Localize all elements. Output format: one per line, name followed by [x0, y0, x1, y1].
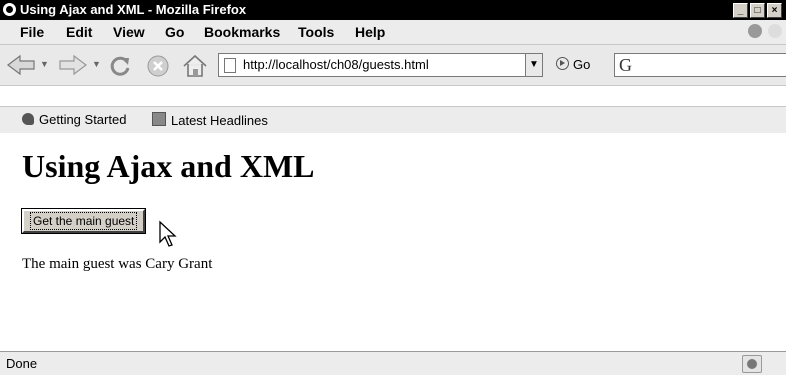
stop-icon[interactable]: [146, 54, 170, 78]
status-text: Done: [6, 356, 38, 371]
minimize-button[interactable]: _: [733, 3, 748, 18]
firefox-icon: [22, 113, 34, 125]
url-text[interactable]: http://localhost/ch08/guests.html: [243, 57, 429, 72]
window-title: Using Ajax and XML - Mozilla Firefox: [20, 2, 247, 17]
go-label: Go: [573, 57, 591, 72]
get-main-guest-button[interactable]: Get the main guest: [22, 209, 146, 233]
menu-edit[interactable]: Edit: [66, 24, 92, 40]
bookmark-getting-started[interactable]: Getting Started: [22, 112, 126, 127]
activity-throbber-icon: [748, 24, 762, 38]
bookmarks-toolbar: Getting Started Latest Headlines: [0, 106, 786, 134]
home-icon[interactable]: [182, 54, 208, 78]
address-bar[interactable]: http://localhost/ch08/guests.html: [218, 53, 526, 77]
menu-view[interactable]: View: [113, 24, 145, 40]
menu-bookmarks[interactable]: Bookmarks: [204, 24, 280, 40]
forward-dropdown-icon[interactable]: ▼: [92, 59, 101, 69]
page-heading: Using Ajax and XML: [22, 148, 315, 184]
menu-go[interactable]: Go: [165, 24, 184, 40]
page-icon: [224, 58, 236, 73]
title-bar: Using Ajax and XML - Mozilla Firefox _ □…: [0, 0, 786, 20]
navigation-toolbar: ▼ ▼ http://localhost/ch08/guests.html ▼ …: [0, 45, 786, 86]
activity-spinner-icon: [768, 24, 782, 38]
menu-help[interactable]: Help: [355, 24, 385, 40]
menu-file[interactable]: File: [20, 24, 44, 40]
go-button[interactable]: Go: [556, 57, 590, 72]
maximize-button[interactable]: □: [750, 3, 765, 18]
url-history-dropdown[interactable]: ▼: [526, 53, 543, 77]
search-input[interactable]: G: [614, 53, 786, 77]
menu-bar: File Edit View Go Bookmarks Tools Help: [0, 20, 786, 45]
firefox-app-icon: [3, 3, 16, 16]
go-icon: [556, 57, 569, 70]
back-dropdown-icon[interactable]: ▼: [40, 59, 49, 69]
security-status-icon[interactable]: [742, 355, 762, 373]
search-engine-icon[interactable]: G: [619, 55, 632, 76]
bookmark-label: Latest Headlines: [171, 113, 268, 128]
forward-arrow-icon[interactable]: [58, 54, 88, 76]
mouse-cursor-icon: [159, 220, 177, 247]
window-controls: _ □ ×: [733, 3, 782, 18]
result-text: The main guest was Cary Grant: [22, 256, 213, 272]
back-arrow-icon[interactable]: [6, 54, 36, 76]
close-button[interactable]: ×: [767, 3, 782, 18]
reload-icon[interactable]: [108, 54, 132, 78]
bookmark-latest-headlines[interactable]: Latest Headlines: [152, 112, 268, 128]
button-label: Get the main guest: [30, 212, 138, 230]
rss-feed-icon: [152, 112, 166, 126]
status-bar: Done: [0, 351, 786, 375]
menu-tools[interactable]: Tools: [298, 24, 334, 40]
bookmark-label: Getting Started: [39, 112, 127, 127]
